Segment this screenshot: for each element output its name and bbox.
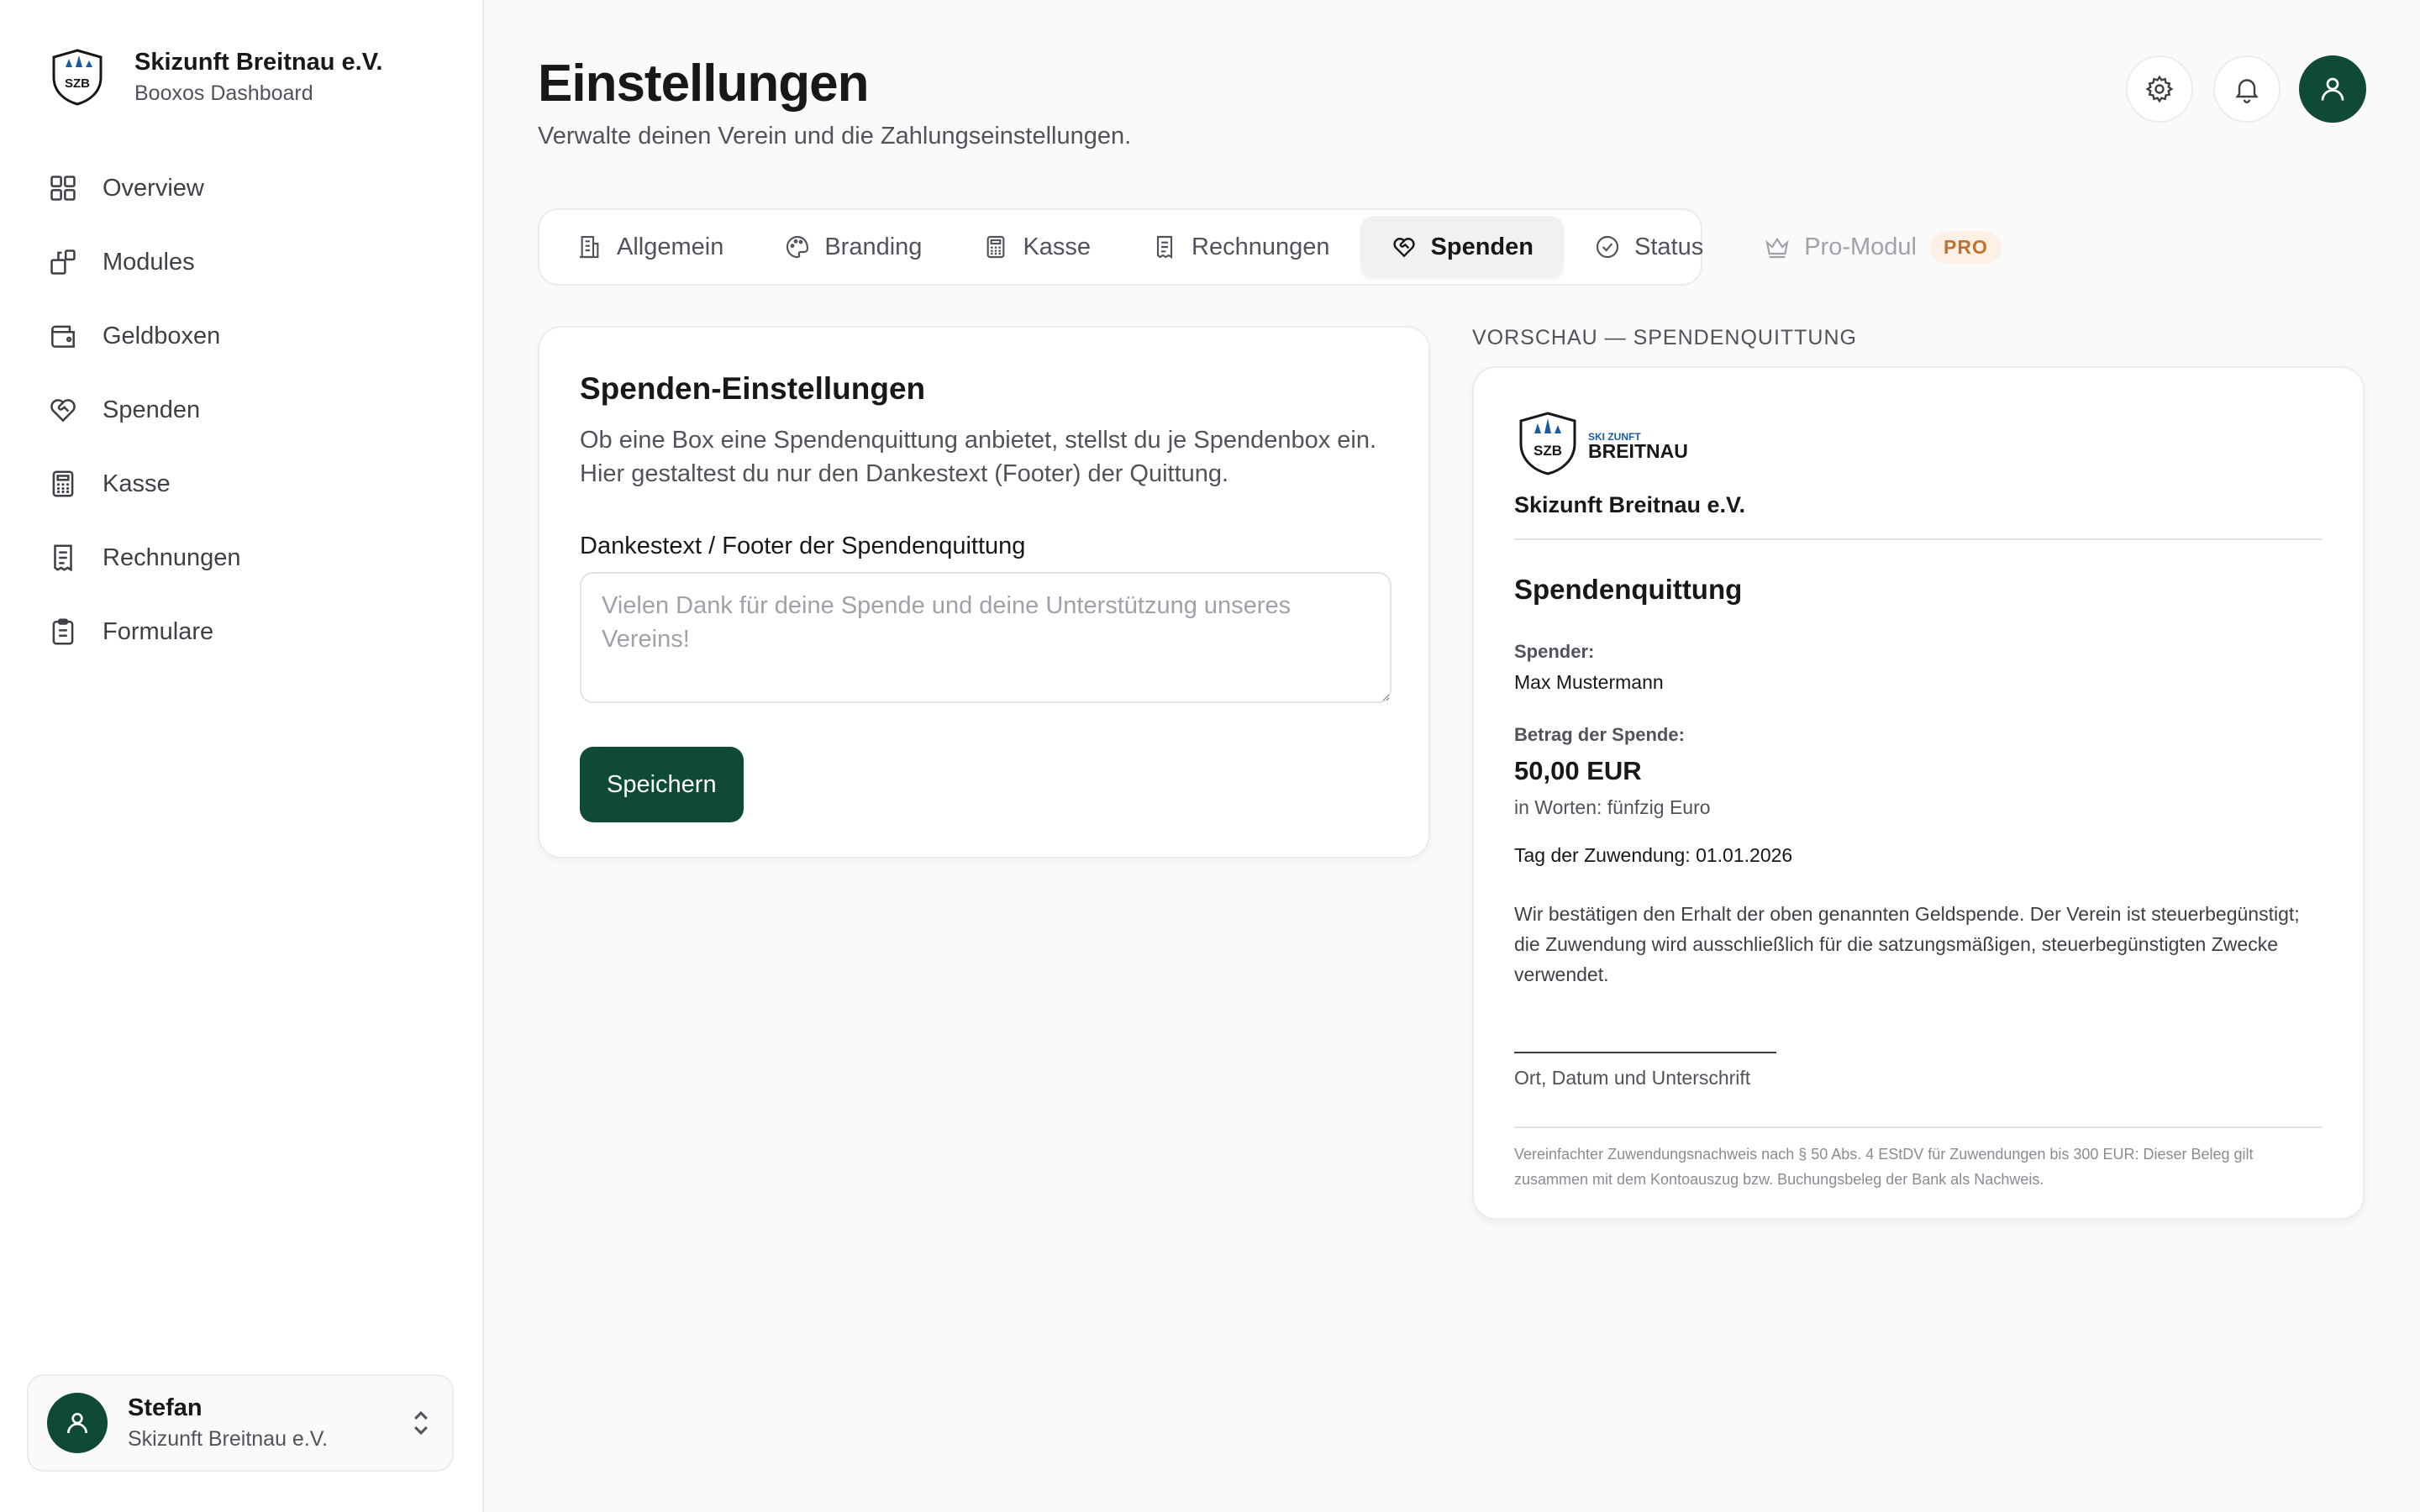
tab-branding[interactable]: Branding (754, 216, 952, 278)
receipt-icon (1156, 235, 1173, 259)
receipt-footer-note: Vereinfachter Zuwendungsnachweis nach § … (1514, 1146, 2254, 1188)
receipt-preview-card: SZB SKI ZUNFT BREITNAU Skizunft Breitnau… (1472, 366, 2365, 1220)
user-icon (2321, 77, 2344, 101)
calculator-icon (52, 470, 74, 497)
brand[interactable]: SZB Skizunft Breitnau e.V. Booxos Dashbo… (0, 0, 482, 108)
tab-label: Rechnungen (1192, 233, 1330, 260)
club-logo-icon: SZB (52, 49, 103, 106)
pro-badge: PRO (1930, 230, 2002, 264)
page-title: Einstellungen (538, 55, 869, 113)
sidebar-item-label: Spenden (103, 396, 201, 423)
tab-spenden[interactable]: Spenden (1360, 216, 1564, 278)
signature-line (1514, 1052, 1776, 1053)
brand-name: Skizunft Breitnau e.V. (134, 49, 383, 76)
brand-subtitle: Booxos Dashboard (134, 81, 313, 105)
gear-icon (2145, 75, 2174, 103)
sidebar-item-label: Rechnungen (103, 543, 241, 571)
tab-status[interactable]: Status (1564, 216, 1733, 278)
tab-label: Allgemein (617, 233, 724, 260)
modules-icon (50, 249, 76, 275)
tab-kasse[interactable]: Kasse (952, 216, 1121, 278)
tab-label: Status (1634, 233, 1704, 260)
donor-label: Spender: (1514, 641, 1595, 662)
tab-rechnungen[interactable]: Rechnungen (1121, 216, 1360, 278)
thank-you-text-field[interactable] (580, 572, 1392, 703)
crown-icon (1765, 237, 1789, 259)
logo-text: SZB (1534, 443, 1562, 459)
save-button[interactable]: Speichern (580, 747, 744, 822)
building-icon (580, 235, 599, 259)
chevrons-up-down-icon (414, 1410, 428, 1436)
bell-icon (2235, 79, 2259, 103)
card-description: Ob eine Box eine Spendenquittung anbiete… (580, 427, 1377, 487)
user-icon (67, 1413, 87, 1434)
receipt-title: Spendenquittung (1514, 574, 1743, 605)
wallet-icon (51, 325, 75, 348)
user-name: Stefan (128, 1394, 203, 1421)
donor-name: Max Mustermann (1514, 671, 1664, 693)
club-logo-icon: SZB SKI ZUNFT BREITNAU (1519, 412, 1688, 475)
confirmation-text: Wir bestätigen den Erhalt der oben genan… (1514, 903, 2300, 985)
tab-label: Branding (824, 233, 923, 260)
palette-icon (786, 235, 809, 259)
signature-caption: Ort, Datum und Unterschrift (1514, 1067, 1751, 1089)
notifications-button[interactable] (2213, 55, 2281, 123)
page-subtitle: Verwalte deinen Verein und die Zahlungse… (538, 123, 1132, 150)
sidebar-item-rechnungen[interactable]: Rechnungen (27, 521, 455, 595)
check-circle-icon (1596, 235, 1619, 259)
user-switcher[interactable]: Stefan Skizunft Breitnau e.V. (27, 1374, 454, 1472)
settings-button[interactable] (2126, 55, 2193, 123)
donation-amount: 50,00 EUR (1514, 756, 1642, 785)
sidebar-item-modules[interactable]: Modules (27, 225, 455, 299)
tab-label: Kasse (1023, 233, 1092, 260)
sidebar-item-label: Overview (103, 174, 204, 202)
tab-allgemein[interactable]: Allgemein (546, 216, 754, 278)
calculator-icon (987, 235, 1005, 259)
sidebar-item-label: Kasse (103, 470, 171, 497)
divider (1514, 1126, 2323, 1128)
main-content: Einstellungen Verwalte deinen Verein und… (484, 0, 2420, 1512)
receipt-logo: SZB SKI ZUNFT BREITNAU (1514, 407, 2323, 482)
sidebar-item-label: Formulare (103, 617, 214, 645)
card-title: Spenden-Einstellungen (580, 371, 926, 406)
receipt-org-name: Skizunft Breitnau e.V. (1514, 492, 1746, 517)
clipboard-icon (52, 618, 74, 645)
sidebar-item-formulare[interactable]: Formulare (27, 595, 455, 669)
settings-tabs: Allgemein Branding Kasse Rechnungen Spen… (538, 208, 2002, 286)
preview-label: VORSCHAU — SPENDENQUITTUNG (1472, 326, 1857, 349)
heart-handshake-icon (50, 399, 76, 423)
sidebar-item-label: Modules (103, 248, 195, 276)
user-org: Skizunft Breitnau e.V. (128, 1427, 329, 1451)
sidebar-item-geldboxen[interactable]: Geldboxen (27, 299, 455, 373)
amount-label: Betrag der Spende: (1514, 724, 1685, 745)
sidebar-item-kasse[interactable]: Kasse (27, 447, 455, 521)
sidebar-item-overview[interactable]: Overview (27, 151, 455, 225)
sidebar-nav: Overview Modules Geldboxen Spenden Kasse… (0, 151, 482, 669)
sidebar-item-spenden[interactable]: Spenden (27, 373, 455, 447)
grid-icon (50, 176, 76, 201)
tab-pro-modul[interactable]: Pro-Modul PRO (1733, 216, 2032, 278)
avatar (47, 1393, 108, 1453)
amount-in-words: in Worten: fünfzig Euro (1514, 796, 1711, 818)
donation-date: Tag der Zuwendung: 01.01.2026 (1514, 844, 1793, 866)
logo-text: SZB (65, 76, 90, 91)
heart-handshake-icon (1392, 238, 1415, 258)
donation-settings-card: Spenden-Einstellungen Ob eine Box eine S… (538, 326, 1430, 858)
receipt-icon (54, 544, 72, 572)
tab-label: Spenden (1430, 233, 1534, 260)
field-label: Dankestext / Footer der Spendenquittung (580, 533, 1026, 559)
tab-label: Pro-Modul (1804, 233, 1917, 260)
logo-big-text: BREITNAU (1588, 440, 1688, 462)
divider (1514, 538, 2323, 540)
profile-avatar-button[interactable] (2299, 55, 2366, 123)
sidebar-item-label: Geldboxen (103, 322, 221, 349)
sidebar: SZB Skizunft Breitnau e.V. Booxos Dashbo… (0, 0, 484, 1512)
